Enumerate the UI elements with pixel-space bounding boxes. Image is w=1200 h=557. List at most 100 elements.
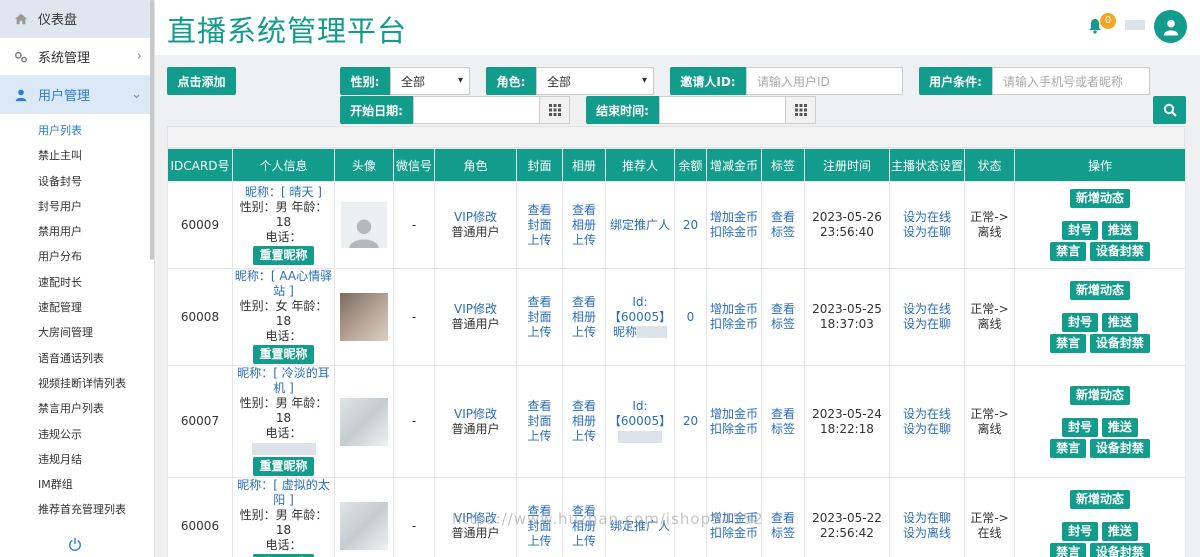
sidebar-subitem[interactable]: 用户分布	[0, 244, 154, 269]
search-button[interactable]	[1153, 96, 1186, 124]
album-link[interactable]: 上传	[563, 429, 605, 444]
view-tag-link[interactable]: 标签	[762, 225, 804, 240]
mute-button[interactable]: 禁言	[1050, 334, 1087, 353]
view-tag-link[interactable]: 查看	[762, 210, 804, 225]
add-coins-link[interactable]: 增加金币	[707, 407, 761, 422]
cover-link[interactable]: 查看	[517, 203, 562, 218]
sidebar-subitem[interactable]: 用户列表	[0, 118, 154, 143]
cover-link[interactable]: 查看	[517, 399, 562, 414]
add-moment-button[interactable]: 新增动态	[1069, 281, 1130, 300]
album-link[interactable]: 查看	[563, 399, 605, 414]
album-link[interactable]: 相册	[563, 519, 605, 534]
album-link[interactable]: 查看	[563, 504, 605, 519]
device-ban-button[interactable]: 设备封禁	[1089, 543, 1150, 557]
album-cell[interactable]: 查看 相册 上传	[562, 181, 606, 269]
add-moment-button[interactable]: 新增动态	[1069, 189, 1130, 208]
set-online-link[interactable]: 设为在线	[890, 407, 964, 422]
cover-link[interactable]: 上传	[517, 233, 562, 248]
album-cell[interactable]: 查看 相册 上传	[562, 268, 606, 366]
role-select[interactable]: 全部 ▾	[536, 67, 654, 95]
cover-link[interactable]: 上传	[517, 325, 562, 340]
view-tag-link[interactable]: 标签	[762, 422, 804, 437]
bind-referrer-link[interactable]: 绑定推广人	[606, 519, 674, 534]
calendar-icon[interactable]	[786, 96, 816, 124]
username[interactable]	[1125, 20, 1145, 30]
cover-cell[interactable]: 查看 封面 上传	[516, 181, 563, 269]
cover-link[interactable]: 封面	[517, 519, 562, 534]
sidebar-subitem[interactable]: 违规公示	[0, 422, 154, 447]
add-button[interactable]: 点击添加	[167, 67, 236, 95]
referrer-id[interactable]: Id:	[606, 399, 674, 414]
inviter-id-input[interactable]: 请输入用户ID	[746, 67, 903, 95]
deduct-coins-link[interactable]: 扣除金币	[707, 225, 761, 240]
sidebar-subitem[interactable]: 大房间管理	[0, 320, 154, 345]
set-chatting-link[interactable]: 设为在聊	[890, 511, 964, 526]
push-button[interactable]: 推送	[1101, 221, 1138, 240]
sidebar-subitem[interactable]: 违规月结	[0, 447, 154, 472]
album-cell[interactable]: 查看 相册 上传	[562, 477, 606, 557]
avatar[interactable]	[1154, 10, 1187, 43]
sidebar-subitem[interactable]: 推荐首充管理列表	[0, 497, 154, 522]
add-coins-link[interactable]: 增加金币	[707, 302, 761, 317]
referrer-nick[interactable]	[606, 429, 674, 444]
vip-edit-link[interactable]: VIP修改	[435, 407, 516, 422]
sidebar-subitem[interactable]: 视频挂断详情列表	[0, 371, 154, 396]
sidebar-subitem[interactable]: 语音通话列表	[0, 346, 154, 371]
nickname[interactable]: 昵称：[ 晴天 ]	[233, 185, 334, 200]
sidebar-subitem[interactable]: 速配管理	[0, 295, 154, 320]
cover-link[interactable]: 封面	[517, 218, 562, 233]
reset-nickname-button[interactable]: 重置昵称	[253, 245, 314, 265]
set-chatting-link[interactable]: 设为在聊	[890, 317, 964, 332]
tag-cell[interactable]: 查看 标签	[761, 181, 805, 269]
end-date-input[interactable]	[659, 96, 786, 124]
vip-edit-link[interactable]: VIP修改	[435, 302, 516, 317]
set-chatting-link[interactable]: 设为在聊	[890, 225, 964, 240]
view-tag-link[interactable]: 查看	[762, 302, 804, 317]
add-moment-button[interactable]: 新增动态	[1069, 385, 1130, 405]
album-link[interactable]: 相册	[563, 310, 605, 325]
sidebar-subitem[interactable]: 禁用用户	[0, 219, 154, 244]
view-tag-link[interactable]: 查看	[762, 407, 804, 422]
bind-referrer-link[interactable]: 绑定推广人	[606, 218, 674, 233]
album-link[interactable]: 相册	[563, 218, 605, 233]
album-link[interactable]: 查看	[563, 203, 605, 218]
sidebar-subitem[interactable]: 封号用户	[0, 194, 154, 219]
user-avatar-image[interactable]	[340, 397, 388, 446]
sidebar-scrollbar[interactable]	[150, 0, 154, 260]
view-tag-link[interactable]: 查看	[762, 511, 804, 526]
cover-link[interactable]: 查看	[517, 295, 562, 310]
referrer-id[interactable]: 【60005】	[606, 310, 674, 325]
sidebar-subitem[interactable]: 速配时长	[0, 270, 154, 295]
push-button[interactable]: 推送	[1101, 522, 1138, 541]
ban-button[interactable]: 封号	[1062, 221, 1099, 240]
sidebar-subitem[interactable]: 禁止主叫	[0, 143, 154, 168]
add-coins-link[interactable]: 增加金币	[707, 210, 761, 225]
cover-link[interactable]: 上传	[517, 534, 562, 549]
set-online-link[interactable]: 设为在线	[890, 210, 964, 225]
nickname[interactable]: 昵称：[ 冷淡的耳机 ]	[233, 366, 334, 396]
add-coins-link[interactable]: 增加金币	[707, 511, 761, 526]
set-chatting-link[interactable]: 设为在聊	[890, 422, 964, 437]
calendar-icon[interactable]	[540, 96, 570, 124]
referrer-id[interactable]: 【60005】	[606, 414, 674, 429]
cover-link[interactable]: 查看	[517, 504, 562, 519]
deduct-coins-link[interactable]: 扣除金币	[707, 422, 761, 437]
vip-edit-link[interactable]: VIP修改	[435, 210, 516, 225]
power-icon[interactable]	[68, 537, 82, 551]
cover-link[interactable]: 封面	[517, 414, 562, 429]
referrer-id[interactable]: Id:	[606, 295, 674, 310]
cover-cell[interactable]: 查看 封面 上传	[516, 365, 563, 478]
cover-link[interactable]: 上传	[517, 429, 562, 444]
ban-button[interactable]: 封号	[1062, 522, 1099, 541]
device-ban-button[interactable]: 设备封禁	[1089, 242, 1150, 261]
tag-cell[interactable]: 查看 标签	[761, 477, 805, 557]
sidebar-subitem[interactable]: 禁言用户列表	[0, 396, 154, 421]
user-avatar-image[interactable]	[340, 502, 388, 550]
start-date-input[interactable]	[413, 96, 540, 124]
tag-cell[interactable]: 查看 标签	[761, 268, 805, 366]
reset-nickname-button[interactable]: 重置昵称	[253, 345, 314, 364]
album-cell[interactable]: 查看 相册 上传	[562, 365, 606, 478]
add-moment-button[interactable]: 新增动态	[1069, 490, 1130, 509]
view-tag-link[interactable]: 标签	[762, 317, 804, 332]
sidebar-item-dashboard[interactable]: 仪表盘	[0, 0, 154, 38]
